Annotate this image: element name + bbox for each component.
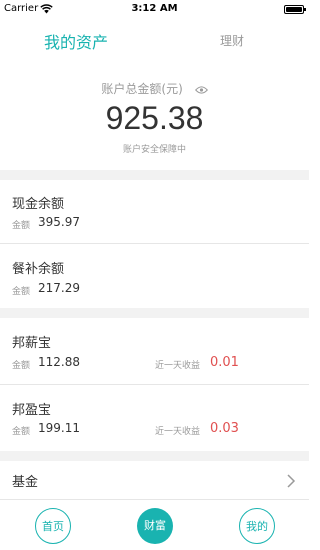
list-item-meal-balance[interactable]: 餐补余额 金额 217.29 xyxy=(0,244,309,308)
yield-label: 近一天收益 xyxy=(155,427,201,437)
tab-home[interactable]: 首页 xyxy=(35,508,71,544)
row-title: 邦薪宝 xyxy=(12,336,52,351)
list-item-bangyingbao[interactable]: 邦盈宝 金额 199.11 近一天收益 0.03 xyxy=(0,385,309,451)
amount-label: 金额 xyxy=(12,221,31,231)
amount-label: 金额 xyxy=(12,427,31,437)
section-gap xyxy=(0,451,309,461)
bottom-tab-bar: 首页 财富 我的 xyxy=(0,499,309,550)
tab-mine[interactable]: 我的 xyxy=(239,508,275,544)
top-tabs: 我的资产 理财 xyxy=(0,20,309,60)
security-note: 账户安全保障中 xyxy=(122,145,186,155)
amount-value: 217.29 xyxy=(38,281,80,295)
section-gap xyxy=(0,170,309,180)
list-item-bangxinbao[interactable]: 邦薪宝 金额 112.88 近一天收益 0.01 xyxy=(0,318,309,384)
list-item-fund[interactable]: 基金 xyxy=(0,461,309,499)
row-title: 现金余额 xyxy=(12,197,65,212)
amount-value: 395.97 xyxy=(38,215,80,229)
yield-value: 0.01 xyxy=(210,355,239,370)
row-title: 基金 xyxy=(12,475,39,490)
row-title: 餐补余额 xyxy=(12,262,65,277)
eye-icon[interactable] xyxy=(194,85,208,94)
battery-icon xyxy=(284,5,306,14)
amount-value: 112.88 xyxy=(38,355,80,369)
tab-finance[interactable]: 理财 xyxy=(220,32,244,49)
total-amount-label-row: 账户总金额(元) xyxy=(0,80,309,97)
amount-label: 金额 xyxy=(12,361,31,371)
amount-label: 金额 xyxy=(12,287,31,297)
yield-value: 0.03 xyxy=(210,421,239,436)
total-amount-label: 账户总金额(元) xyxy=(101,82,183,96)
status-bar: Carrier 3:12 AM xyxy=(0,0,309,20)
list-item-cash-balance[interactable]: 现金余额 金额 395.97 xyxy=(0,180,309,244)
account-summary: 账户总金额(元) 925.38 账户安全保障中 xyxy=(0,60,309,170)
tab-wealth[interactable]: 财富 xyxy=(137,508,173,544)
chevron-right-icon xyxy=(287,474,296,488)
yield-label: 近一天收益 xyxy=(155,361,201,371)
section-gap xyxy=(0,308,309,318)
row-title: 邦盈宝 xyxy=(12,403,52,418)
amount-value: 199.11 xyxy=(38,421,80,435)
total-amount-value: 925.38 xyxy=(105,100,204,136)
status-time: 3:12 AM xyxy=(131,3,178,14)
tab-my-assets[interactable]: 我的资产 xyxy=(44,29,108,53)
